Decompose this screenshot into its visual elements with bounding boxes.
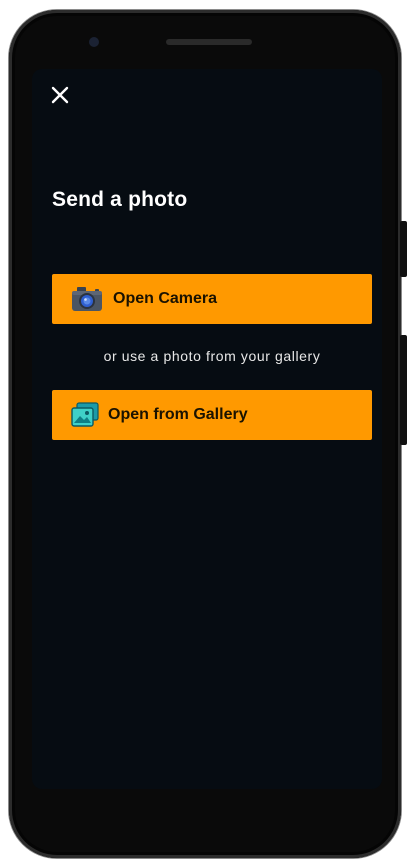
close-button[interactable] — [48, 83, 72, 107]
page-title: Send a photo — [52, 188, 188, 211]
power-button — [400, 221, 407, 277]
open-gallery-button[interactable]: Open from Gallery — [52, 390, 372, 440]
send-photo-screen: Send a photo Open Camera or use a photo … — [32, 69, 382, 789]
close-icon — [51, 86, 69, 104]
gallery-image-icon — [71, 401, 99, 429]
volume-button — [400, 335, 407, 445]
open-camera-label: Open Camera — [113, 290, 218, 307]
open-camera-button[interactable]: Open Camera — [52, 274, 372, 324]
earpiece-speaker — [166, 39, 252, 45]
camera-icon — [71, 285, 103, 313]
open-gallery-label: Open from Gallery — [108, 406, 248, 423]
front-camera — [89, 37, 99, 47]
gallery-hint-text: or use a photo from your gallery — [103, 348, 321, 364]
